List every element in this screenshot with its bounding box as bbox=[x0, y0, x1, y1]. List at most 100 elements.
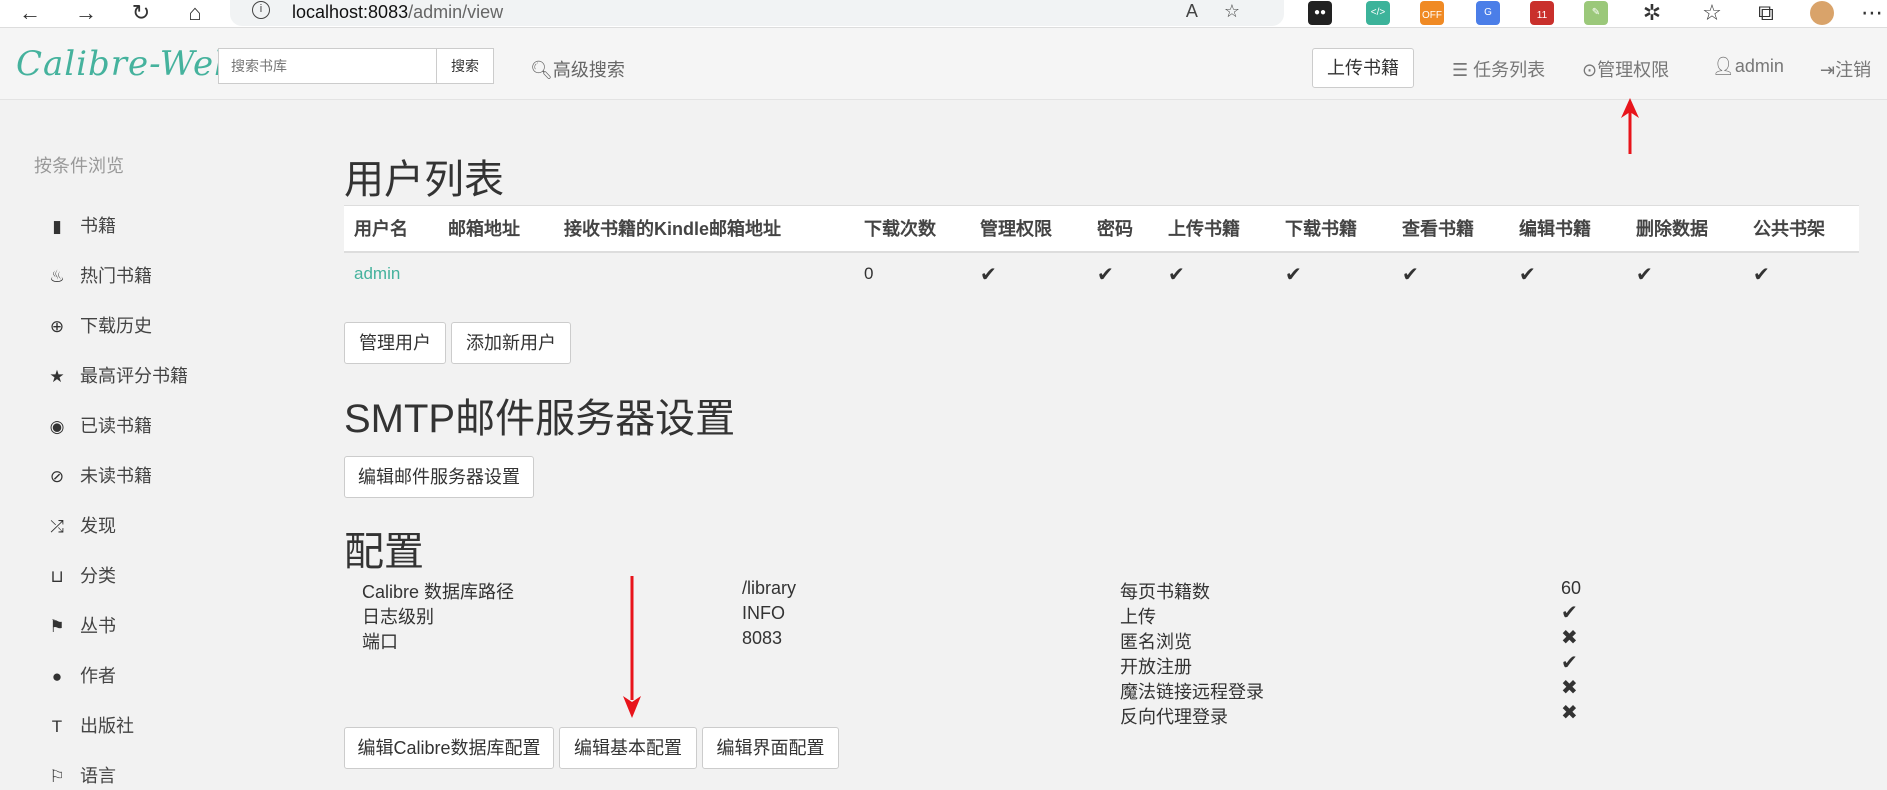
col-public-shelf: 公共书架 bbox=[1743, 205, 1859, 253]
config-label: 端口 bbox=[362, 632, 398, 652]
config-label: Calibre 数据库路径 bbox=[362, 582, 515, 602]
col-admin: 管理权限 bbox=[970, 205, 1087, 253]
sidebar-item-top-rated[interactable]: ★ 最高评分书籍 bbox=[46, 362, 188, 390]
delete-cell: ✔ bbox=[1626, 252, 1743, 296]
search-icon: 🔍︎ bbox=[530, 60, 553, 80]
eye-icon: ◉ bbox=[49, 417, 65, 436]
check-icon: ✔ bbox=[1168, 263, 1185, 286]
config-value: 60 bbox=[1561, 578, 1582, 598]
home-icon[interactable]: ⌂ bbox=[181, 0, 209, 26]
cross-icon: ✖ bbox=[1561, 627, 1578, 649]
sidebar-item-books[interactable]: ▮ 书籍 bbox=[46, 212, 116, 240]
sidebar-item-series[interactable]: ⚑ 丛书 bbox=[46, 612, 116, 640]
kindle-email-cell bbox=[554, 252, 854, 296]
annotation-arrow-down bbox=[623, 576, 641, 718]
public-shelf-cell: ✔ bbox=[1743, 252, 1859, 296]
edit-calibre-db-config-button[interactable]: 编辑Calibre数据库配置 bbox=[344, 727, 554, 769]
downloads-cell: 0 bbox=[864, 264, 874, 283]
sidebar-item-categories[interactable]: ⊔ 分类 bbox=[46, 562, 116, 590]
sidebar-item-download-history[interactable]: ⊕ 下载历史 bbox=[46, 312, 152, 340]
tasks-icon: ☰ bbox=[1452, 60, 1469, 80]
logout-link[interactable]: ⇥注销 bbox=[1820, 56, 1871, 82]
config-value: 8083 bbox=[742, 628, 783, 648]
fire-icon: ♨ bbox=[49, 267, 65, 286]
favorites-icon[interactable]: ☆ bbox=[1698, 0, 1726, 26]
config-label: 每页书籍数 bbox=[1120, 582, 1210, 602]
upload-books-button[interactable]: 上传书籍 bbox=[1312, 48, 1414, 88]
book-icon: ▮ bbox=[52, 217, 62, 236]
extension-badge-icon[interactable]: 11 bbox=[1530, 1, 1554, 25]
extensions-puzzle-icon[interactable]: ✲ bbox=[1638, 0, 1666, 26]
download-cell: ✔ bbox=[1275, 252, 1392, 296]
config-value: INFO bbox=[742, 603, 785, 623]
profile-avatar[interactable] bbox=[1810, 1, 1834, 25]
forward-icon[interactable]: → bbox=[72, 0, 100, 26]
extension-leaf-icon[interactable]: ✎ bbox=[1584, 1, 1608, 25]
manage-users-button[interactable]: 管理用户 bbox=[344, 322, 446, 364]
search-input[interactable] bbox=[218, 48, 436, 84]
tasks-link[interactable]: ☰ 任务列表 bbox=[1452, 56, 1545, 82]
admin-rights-link[interactable]: ⊙管理权限 bbox=[1582, 56, 1669, 82]
col-password: 密码 bbox=[1087, 205, 1158, 253]
collections-icon[interactable]: ⧉ bbox=[1752, 0, 1780, 26]
check-icon: ✔ bbox=[1402, 263, 1419, 286]
extension-mask-icon[interactable]: ●● bbox=[1308, 1, 1332, 25]
config-label: 匿名浏览 bbox=[1120, 632, 1192, 652]
table-header-row: 用户名 邮箱地址 接收书籍的Kindle邮箱地址 下载次数 管理权限 密码 上传… bbox=[344, 205, 1859, 253]
site-info-icon[interactable]: i bbox=[252, 1, 270, 19]
app-header: Calibre-Web 搜索 🔍︎高级搜索 上传书籍 ☰ 任务列表 ⊙管理权限 … bbox=[0, 28, 1887, 100]
add-user-button[interactable]: 添加新用户 bbox=[451, 322, 571, 364]
config-label: 开放注册 bbox=[1120, 657, 1192, 677]
annotation-arrow-up bbox=[1621, 98, 1639, 154]
sidebar-item-hot-books[interactable]: ♨ 热门书籍 bbox=[46, 262, 152, 290]
sidebar-item-unread-books[interactable]: ⊘ 未读书籍 bbox=[46, 462, 152, 490]
sidebar-title: 按条件浏览 bbox=[34, 156, 124, 176]
star-icon: ★ bbox=[49, 367, 65, 386]
check-icon: ✔ bbox=[1636, 263, 1653, 286]
sidebar-item-discover[interactable]: ⤮ 发现 bbox=[46, 512, 116, 540]
app-logo[interactable]: Calibre-Web bbox=[16, 44, 237, 84]
user-profile-link[interactable]: 👤︎admin bbox=[1712, 56, 1784, 77]
url-text[interactable]: localhost:8083/admin/view bbox=[292, 2, 503, 23]
admin-cell: ✔ bbox=[970, 252, 1087, 296]
extension-translate-icon[interactable]: G bbox=[1476, 1, 1500, 25]
config-section-title: 配置 bbox=[344, 530, 424, 574]
col-delete: 删除数据 bbox=[1626, 205, 1743, 253]
username-link[interactable]: admin bbox=[344, 252, 438, 296]
dashboard-icon: ⊙ bbox=[1582, 60, 1598, 80]
sidebar-item-languages[interactable]: ⚐ 语言 bbox=[46, 762, 116, 790]
search-button[interactable]: 搜索 bbox=[436, 48, 494, 84]
user-icon: ● bbox=[51, 667, 63, 686]
col-email: 邮箱地址 bbox=[438, 205, 554, 253]
check-icon: ✔ bbox=[1519, 263, 1536, 286]
extension-off-icon[interactable]: OFF bbox=[1420, 1, 1444, 25]
reload-icon[interactable]: ↻ bbox=[127, 0, 155, 26]
address-bar[interactable]: i localhost:8083/admin/view A☆ bbox=[230, 0, 1284, 26]
read-aloud-icon[interactable]: A bbox=[1186, 1, 1224, 21]
advanced-search-link[interactable]: 🔍︎高级搜索 bbox=[530, 56, 625, 82]
edit-cell: ✔ bbox=[1509, 252, 1626, 296]
flag-icon: ⚐ bbox=[49, 767, 65, 786]
col-downloads: 下载次数 bbox=[854, 205, 970, 253]
favorite-star-icon[interactable]: ☆ bbox=[1224, 1, 1266, 21]
edit-smtp-button[interactable]: 编辑邮件服务器设置 bbox=[344, 456, 534, 498]
user-icon: 👤︎ bbox=[1712, 56, 1735, 76]
address-bar-actions: A☆ bbox=[1186, 1, 1266, 22]
sidebar-item-authors[interactable]: ● 作者 bbox=[46, 662, 116, 690]
back-icon[interactable]: ← bbox=[16, 0, 44, 26]
sidebar-item-read-books[interactable]: ◉ 已读书籍 bbox=[46, 412, 152, 440]
config-label: 反向代理登录 bbox=[1120, 707, 1228, 727]
more-menu-icon[interactable]: ⋯ bbox=[1858, 0, 1886, 26]
eye-slash-icon: ⊘ bbox=[49, 467, 65, 486]
col-kindle-email: 接收书籍的Kindle邮箱地址 bbox=[554, 205, 854, 253]
email-cell bbox=[438, 252, 554, 296]
users-table: 用户名 邮箱地址 接收书籍的Kindle邮箱地址 下载次数 管理权限 密码 上传… bbox=[344, 205, 1859, 296]
shuffle-icon: ⤮ bbox=[50, 517, 64, 536]
config-label: 上传 bbox=[1120, 607, 1156, 627]
extension-code-icon[interactable]: </> bbox=[1366, 1, 1390, 25]
edit-basic-config-button[interactable]: 编辑基本配置 bbox=[559, 727, 697, 769]
check-icon: ✔ bbox=[1753, 263, 1770, 286]
sidebar-item-publishers[interactable]: T 出版社 bbox=[46, 712, 134, 740]
edit-ui-config-button[interactable]: 编辑界面配置 bbox=[702, 727, 839, 769]
check-icon: ✔ bbox=[1561, 652, 1578, 674]
